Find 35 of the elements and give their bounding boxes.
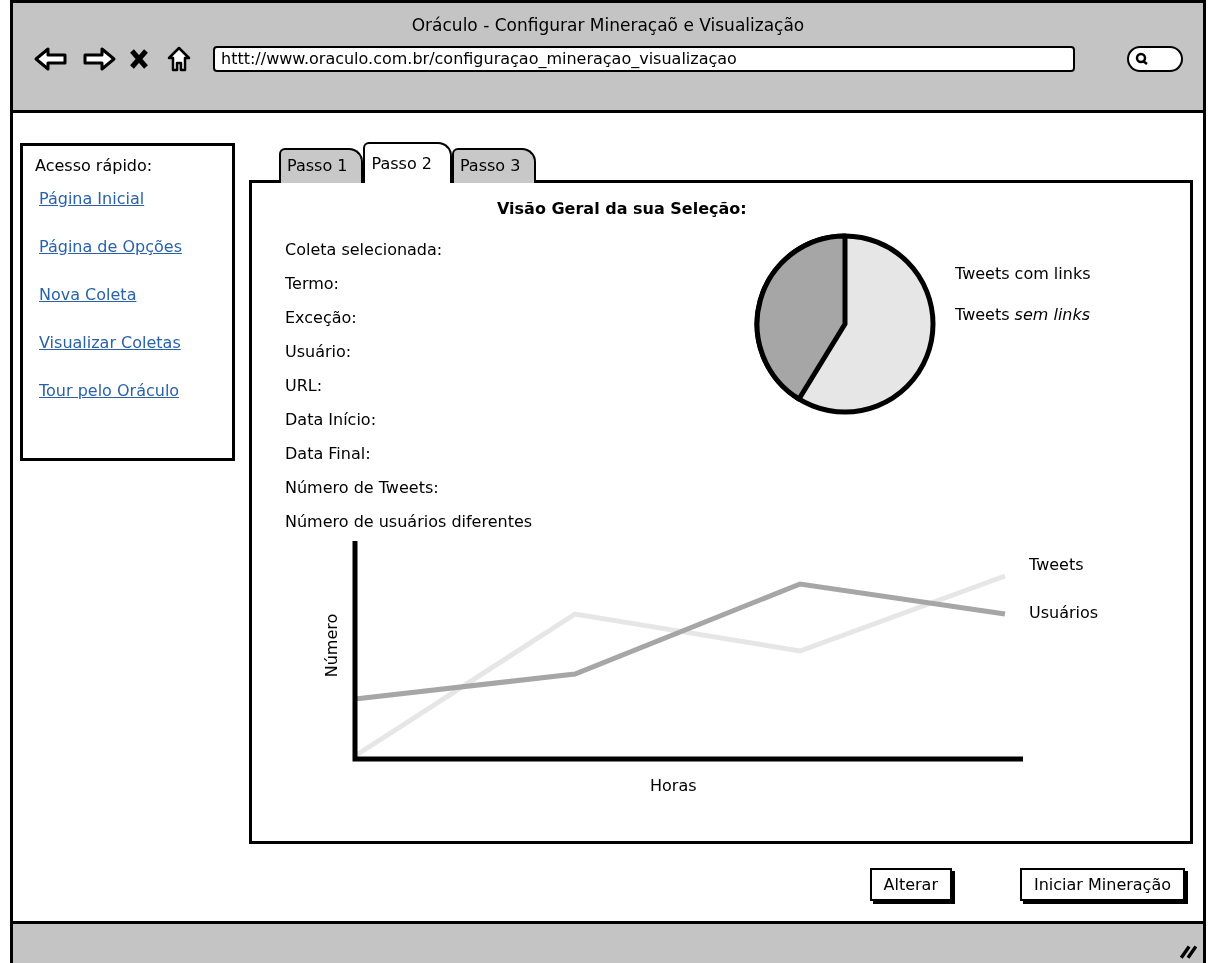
field-label: Número de usuários diferentes	[285, 512, 534, 532]
sidebar-link[interactable]: Visualizar Coletas	[39, 333, 181, 352]
field-label: Número de Tweets:	[285, 478, 440, 498]
field-label: Exceção:	[285, 308, 358, 328]
axis-title: Número	[322, 613, 342, 678]
legend-label: Tweets com links	[955, 264, 1091, 283]
series-label: Usuários	[1029, 603, 1099, 622]
sidebar-link[interactable]: Página Inicial	[39, 189, 145, 208]
field-label: URL:	[285, 376, 324, 396]
close-icon[interactable]	[129, 48, 149, 70]
axis-title: Horas	[650, 776, 697, 795]
back-icon[interactable]	[33, 45, 69, 73]
tab[interactable]: Passo 1	[279, 148, 364, 183]
search-field[interactable]	[1127, 46, 1183, 72]
field-label: Data Início:	[285, 410, 377, 430]
tab[interactable]: Passo 2	[363, 142, 452, 183]
legend-label: Tweets sem links	[955, 305, 1091, 324]
tab[interactable]: Passo 3	[451, 148, 537, 183]
field-label: Usuário:	[285, 342, 353, 362]
sidebar-title: Acesso rápido:	[35, 156, 153, 175]
window-title: Oráculo - Configurar Mineraçaõ e Visualização	[411, 15, 805, 35]
field-label: Coleta selecionada:	[285, 240, 444, 260]
series-label: Tweets	[1029, 555, 1084, 574]
field-label: Data Final:	[285, 444, 372, 464]
action-button[interactable]: Alterar	[869, 868, 952, 901]
sidebar-link[interactable]: Tour pelo Oráculo	[39, 381, 180, 400]
forward-icon[interactable]	[81, 45, 117, 73]
sidebar-link[interactable]: Página de Opções	[39, 237, 182, 256]
address-field[interactable]: httt://www.oraculo.com.br/configuraçao_mineraçao_visualizaçao	[213, 46, 1075, 72]
search-icon	[1135, 52, 1149, 66]
action-button[interactable]: Iniciar Mineração	[1019, 868, 1185, 901]
resize-grip-icon[interactable]	[1179, 943, 1197, 959]
sidebar-link[interactable]: Nova Coleta	[39, 285, 137, 304]
field-label: Termo:	[285, 274, 340, 294]
panel-heading: Visão Geral da sua Seleção:	[497, 199, 747, 218]
